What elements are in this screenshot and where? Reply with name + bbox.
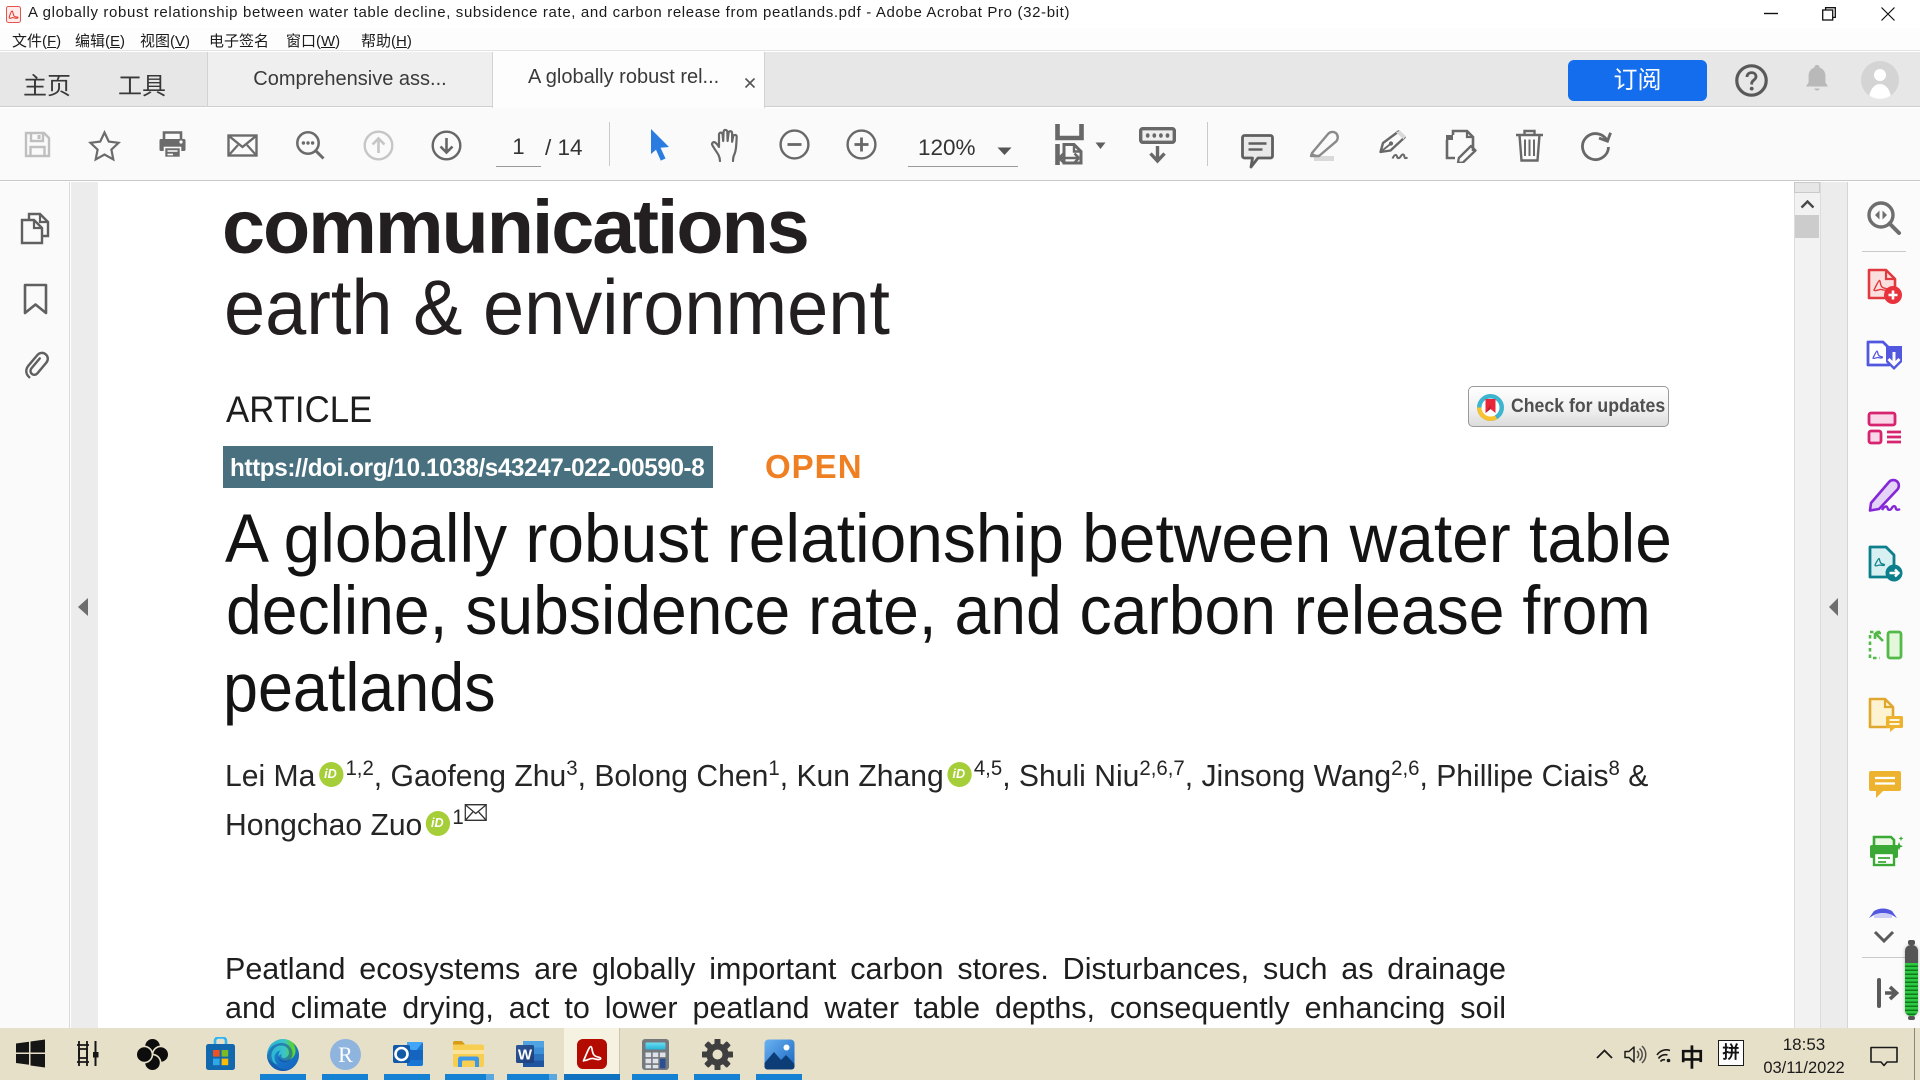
- svg-text:W: W: [518, 1047, 533, 1064]
